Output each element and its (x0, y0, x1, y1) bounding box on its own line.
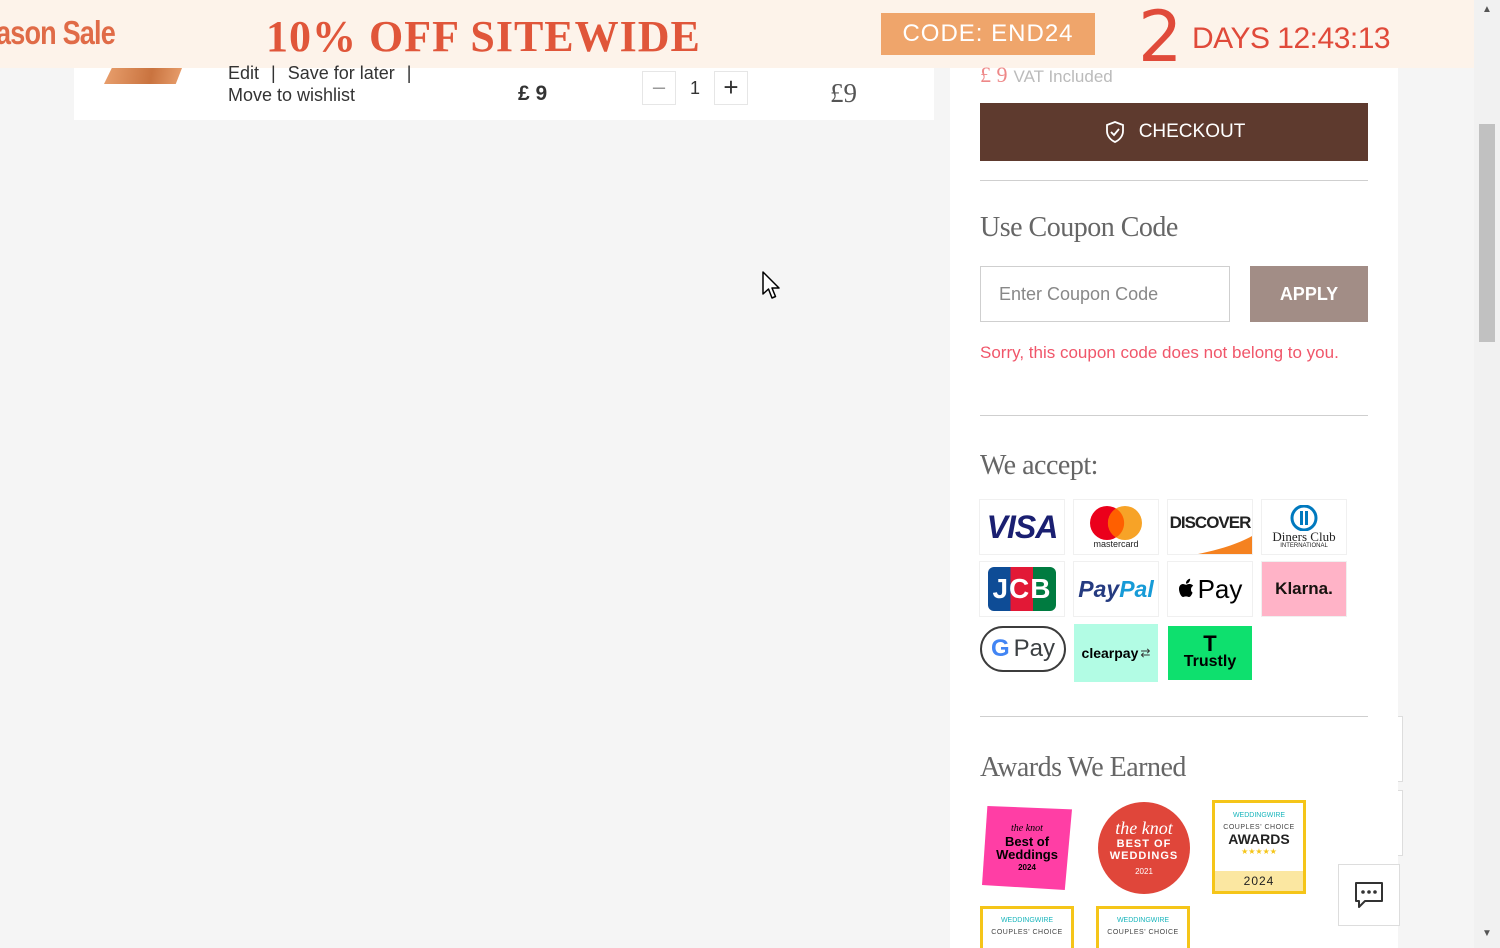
visa-logo: VISA (980, 500, 1064, 554)
vat-label: VAT Included (1013, 67, 1113, 86)
side-tab[interactable] (1398, 716, 1403, 782)
google-g-icon: G (990, 635, 1010, 662)
ww3-brand: WEDDINGWIRE (1116, 917, 1170, 924)
countdown-days-number: 2 (1138, 0, 1183, 68)
paypal-text-a: Pay (1078, 575, 1120, 602)
chat-button[interactable] (1338, 864, 1400, 926)
link-separator: | (406, 63, 412, 83)
apple-pay-text: Pay (1197, 573, 1243, 604)
promo-headline: 10% OFF SITEWIDE (266, 12, 701, 61)
coupon-title: Use Coupon Code (980, 212, 1178, 243)
side-tab[interactable] (1398, 790, 1403, 856)
quantity-stepper: – 1 + (642, 71, 748, 105)
page-scrollbar[interactable]: ▲ ▼ (1474, 0, 1500, 948)
checkout-button[interactable]: CHECKOUT (980, 103, 1368, 161)
klarna-text: Klarna. (1275, 579, 1333, 598)
diners-club-logo: Diners Club INTERNATIONAL (1262, 500, 1346, 554)
qty-value[interactable]: 1 (676, 72, 714, 104)
award-weddingwire-b: WEDDINGWIRE COUPLES' CHOICE (1096, 906, 1190, 948)
diners-text: Diners Club (1272, 529, 1336, 544)
jcb-text: JCB (988, 567, 1056, 611)
divider (980, 180, 1368, 181)
ww1-line1: COUPLES' CHOICE (1223, 824, 1295, 831)
coupon-error-message: Sorry, this coupon code does not belong … (980, 343, 1339, 362)
discover-logo: DISCOVER (1168, 500, 1252, 554)
scroll-down-arrow-icon[interactable]: ▼ (1474, 924, 1500, 944)
shield-check-icon (1105, 121, 1124, 143)
link-separator: | (271, 63, 276, 83)
qty-decrease-button[interactable]: – (642, 71, 676, 105)
divider (980, 415, 1368, 416)
knot-line2: Weddings (996, 847, 1058, 862)
unit-price: £ 9 (518, 82, 548, 105)
clearpay-text: clearpay (1081, 645, 1139, 661)
apple-icon (1178, 578, 1193, 597)
diners-club-icon (1290, 505, 1318, 531)
coupon-input[interactable] (980, 266, 1230, 322)
jcb-logo: JCB (980, 562, 1064, 616)
ww3-line1: COUPLES' CHOICE (1107, 929, 1179, 936)
qty-increase-button[interactable]: + (714, 71, 748, 105)
mouse-pointer-icon (762, 271, 780, 299)
knot-year: 2024 (1018, 863, 1036, 872)
scrollbar-thumb[interactable] (1479, 124, 1495, 342)
ww2-line1: COUPLES' CHOICE (991, 929, 1063, 936)
apple-pay-logo: Pay (1168, 562, 1252, 616)
checkout-label: CHECKOUT (1138, 121, 1246, 142)
ww1-line2: AWARDS (1228, 831, 1290, 847)
scroll-up-arrow-icon[interactable]: ▲ (1474, 0, 1500, 20)
mastercard-circles-icon (1090, 506, 1142, 540)
cart-item-card: Edit | Save for later | Move to wishlist £ … (74, 63, 934, 120)
award-weddingwire-2024: WEDDINGWIRE COUPLES' CHOICE AWARDS ★★★★★… (1212, 800, 1306, 894)
payments-title: We accept: (980, 450, 1098, 481)
klarna-logo: Klarna. (1262, 562, 1346, 616)
diners-subtext: INTERNATIONAL (1280, 543, 1328, 549)
award-weddingwire-a: WEDDINGWIRE COUPLES' CHOICE (980, 906, 1074, 948)
trustly-logo: T Trustly (1168, 626, 1252, 680)
vat-row: £ 9 VAT Included (980, 62, 1113, 88)
paypal-logo: PayPal (1074, 562, 1158, 616)
move-to-wishlist-link[interactable]: Move to wishlist (228, 85, 355, 105)
paypal-wordmark: PayPal (1078, 576, 1153, 603)
edit-link[interactable]: Edit (228, 63, 259, 83)
knot2-line1: BEST OF (1116, 838, 1172, 850)
ww2-brand: WEDDINGWIRE (1000, 917, 1054, 924)
ww1-stars: ★★★★★ (1241, 847, 1277, 856)
item-actions: Edit | Save for later | Move to wishlist (228, 62, 423, 106)
promo-code-badge: CODE: END24 (881, 13, 1095, 55)
awards-title: Awards We Earned (980, 752, 1186, 783)
knot2-brand-text: the knot (1115, 818, 1173, 838)
countdown-timer: DAYS 12:43:13 (1192, 22, 1391, 55)
divider (980, 716, 1368, 717)
mastercard-text: mastercard (1093, 539, 1139, 549)
google-pay-logo: G Pay (980, 626, 1066, 672)
award-knot-2024: the knot Best of Weddings 2024 (980, 804, 1076, 892)
clearpay-logo: clearpay ⇄ (1074, 624, 1158, 682)
order-summary-panel: £ 9 VAT Included CHECKOUT Use Coupon Code… (950, 62, 1398, 948)
knot2-line2: WEDDINGS (1109, 850, 1179, 862)
ww1-brand: WEDDINGWIRE (1232, 812, 1286, 819)
clearpay-arrows-icon: ⇄ (1140, 646, 1151, 660)
discover-text: DISCOVER (1169, 513, 1252, 532)
award-knot-2021: the knot BEST OF WEDDINGS 2021 (1098, 802, 1190, 894)
trustly-text: Trustly (1183, 653, 1237, 670)
save-for-later-link[interactable]: Save for later (288, 63, 395, 83)
visa-text: VISA (986, 508, 1059, 545)
mastercard-logo: mastercard (1074, 500, 1158, 554)
discover-swoosh-icon (1198, 536, 1252, 554)
total-price: £ 9 (980, 62, 1008, 87)
ww1-year: 2024 (1215, 871, 1303, 891)
trustly-t-icon: T (1203, 631, 1217, 656)
paypal-text-b: Pal (1119, 575, 1154, 602)
season-sale-text: ason Sale (0, 14, 116, 51)
apply-coupon-button[interactable]: APPLY (1250, 266, 1368, 322)
product-thumbnail[interactable] (104, 68, 182, 84)
promo-banner[interactable]: ason Sale 10% OFF SITEWIDE CODE: END24 2… (0, 0, 1474, 68)
knot2-year: 2021 (1135, 867, 1153, 876)
chat-bubble-icon (1355, 882, 1383, 908)
line-total: £9 (830, 78, 857, 108)
google-pay-text: Pay (1013, 635, 1056, 662)
